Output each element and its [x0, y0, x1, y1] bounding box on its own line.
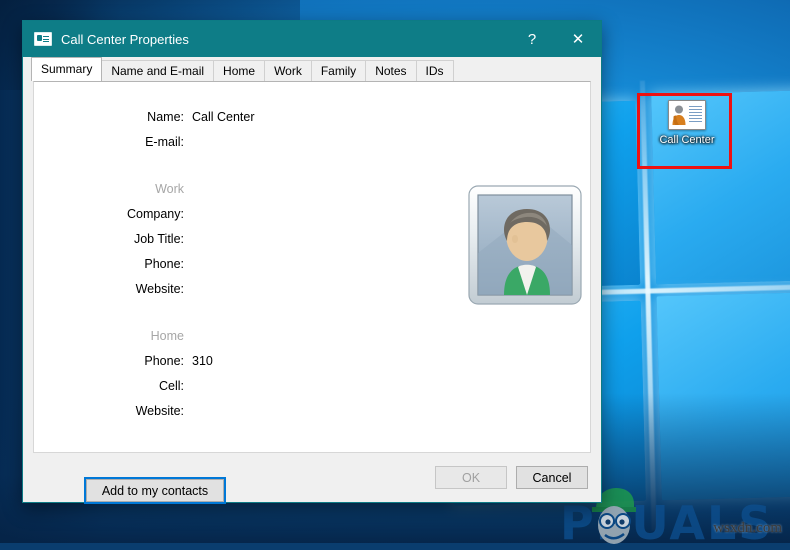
contact-photo [468, 185, 582, 305]
desktop-icon-call-center[interactable]: Call Center [655, 100, 719, 147]
field-home-website: Website: [34, 398, 364, 423]
field-email: E-mail: [34, 129, 364, 154]
contact-card-icon [34, 32, 52, 46]
field-value-home-phone: 310 [192, 353, 213, 368]
field-label-cell: Cell: [158, 378, 184, 393]
call-center-properties-dialog: Call Center Properties ? ✕ Summary Name … [22, 20, 602, 504]
field-home-phone: Phone: 310 [34, 348, 364, 373]
tab-home[interactable]: Home [213, 60, 266, 81]
person-silhouette-icon [672, 105, 686, 125]
close-icon[interactable]: ✕ [555, 21, 601, 57]
field-name: Name: Call Center [34, 104, 364, 129]
field-work-phone: Phone: [34, 251, 364, 276]
field-label-company: Company: [127, 206, 184, 221]
contact-fields-list: Name: Call Center E-mail: Work Company: … [34, 104, 364, 423]
field-work-company: Company: [34, 201, 364, 226]
field-home-cell: Cell: [34, 373, 364, 398]
field-label-name: Name: [147, 109, 184, 124]
summary-tab-panel: Name: Call Center E-mail: Work Company: … [33, 81, 591, 504]
field-label-home-website: Website: [135, 403, 184, 418]
ok-button[interactable]: OK [435, 466, 507, 489]
desktop-icon-label: Call Center [659, 134, 715, 146]
help-icon[interactable]: ? [509, 21, 555, 57]
field-label-work-phone: Phone: [144, 256, 184, 271]
field-label-job-title: Job Title: [133, 231, 184, 246]
section-header-home: Home [34, 323, 364, 348]
field-label-home-phone: Phone: [144, 353, 184, 368]
section-header-work: Work [34, 176, 364, 201]
tab-work[interactable]: Work [264, 60, 312, 81]
cancel-button[interactable]: Cancel [516, 466, 588, 489]
tab-summary[interactable]: Summary [31, 57, 103, 81]
window-title: Call Center Properties [61, 31, 189, 47]
field-value-name: Call Center [192, 109, 255, 124]
tab-bar: Summary Name and E-mail Home Work Family… [23, 57, 601, 81]
tab-ids[interactable]: IDs [415, 60, 454, 81]
tab-name-and-email[interactable]: Name and E-mail [101, 60, 215, 81]
field-work-job-title: Job Title: [34, 226, 364, 251]
contact-card-icon [668, 100, 706, 130]
add-to-my-contacts-button[interactable]: Add to my contacts [84, 477, 226, 504]
field-label-work-website: Website: [135, 281, 184, 296]
section-label-work: Work [155, 181, 184, 196]
dialog-titlebar[interactable]: Call Center Properties ? ✕ [23, 21, 601, 57]
tab-family[interactable]: Family [310, 60, 367, 81]
tab-notes[interactable]: Notes [365, 60, 417, 81]
section-label-home: Home [150, 328, 184, 343]
field-work-website: Website: [34, 276, 364, 301]
source-domain-text: wsxdn.com [713, 520, 782, 536]
card-text-lines-icon [689, 106, 702, 124]
field-label-email: E-mail: [145, 134, 184, 149]
